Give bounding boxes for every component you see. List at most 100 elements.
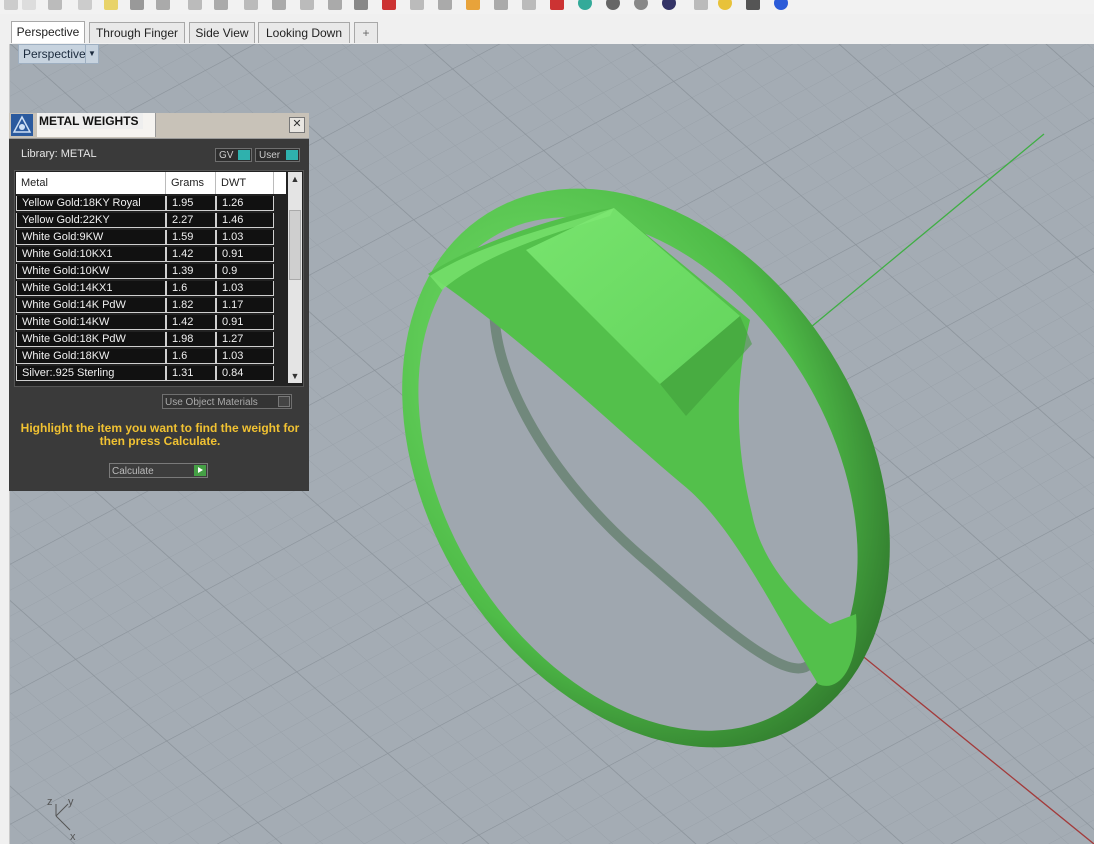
zoom-icon[interactable] <box>272 0 286 10</box>
viewport-tab-bar: Perspective Through Finger Side View Loo… <box>0 14 1094 45</box>
metal-cell: White Gold:14KW <box>16 315 166 330</box>
metal-cell: White Gold:18KW <box>16 349 166 364</box>
dwt-cell: 1.17 <box>216 298 274 313</box>
calculate-label: Calculate <box>112 466 154 477</box>
toolbar-icon[interactable] <box>694 0 708 10</box>
copy-icon[interactable] <box>78 0 92 10</box>
checkbox-knob <box>278 396 290 407</box>
table-row[interactable]: Yellow Gold:22KY 2.27 1.46 <box>16 213 286 230</box>
metal-cell: White Gold:10KW <box>16 264 166 279</box>
user-toggle[interactable]: User <box>255 148 300 162</box>
dwt-cell: 0.91 <box>216 315 274 330</box>
dwt-cell: 1.26 <box>216 196 274 211</box>
chevron-down-icon[interactable]: ▼ <box>85 44 99 64</box>
axis-gizmo: z y x <box>44 794 94 843</box>
toolbar-icon[interactable] <box>4 0 18 10</box>
help-icon[interactable] <box>774 0 788 10</box>
scroll-thumb[interactable] <box>289 210 301 280</box>
light-icon[interactable] <box>494 0 508 10</box>
grid-icon[interactable] <box>354 0 368 10</box>
toolbar-icon[interactable] <box>466 0 480 10</box>
toggle-knob <box>238 150 250 160</box>
grams-cell: 1.6 <box>166 349 216 364</box>
color-wheel-icon[interactable] <box>578 0 592 10</box>
metal-cell: Silver:.925 Sterling <box>16 366 166 381</box>
viewport-title[interactable]: Perspective <box>18 44 91 64</box>
table-scrollbar[interactable]: ▲ ▼ <box>288 172 302 383</box>
metal-cell: Yellow Gold:22KY <box>16 213 166 228</box>
panel-title: METAL WEIGHTS <box>39 113 143 129</box>
tab-looking-down[interactable]: Looking Down <box>258 22 350 43</box>
grams-cell: 1.95 <box>166 196 216 211</box>
toolbar-icon[interactable] <box>746 0 760 10</box>
instruction-text: Highlight the item you want to find the … <box>20 421 300 448</box>
column-header-grams[interactable]: Grams <box>166 172 216 194</box>
toolbar-icon[interactable] <box>522 0 536 10</box>
zoom-icon[interactable] <box>328 0 342 10</box>
dwt-cell: 1.03 <box>216 349 274 364</box>
zoom-icon[interactable] <box>300 0 314 10</box>
gear-icon[interactable] <box>718 0 732 10</box>
table-row[interactable]: Silver:.925 Sterling 1.31 0.84 <box>16 366 286 383</box>
grams-cell: 1.42 <box>166 247 216 262</box>
table-body: Yellow Gold:18KY Royal 1.95 1.26 Yellow Go… <box>16 196 286 383</box>
grams-cell: 1.39 <box>166 264 216 279</box>
gv-toggle-label: GV <box>219 150 234 161</box>
cut-icon[interactable] <box>48 0 62 10</box>
metal-cell: White Gold:14K PdW <box>16 298 166 313</box>
dwt-cell: 1.27 <box>216 332 274 347</box>
table-row[interactable]: White Gold:10KW 1.39 0.9 <box>16 264 286 281</box>
grams-cell: 1.42 <box>166 315 216 330</box>
add-viewport-tab-button[interactable]: + <box>354 22 378 43</box>
toolbar-icon[interactable] <box>156 0 170 10</box>
toolbar-icon[interactable] <box>130 0 144 10</box>
gv-toggle[interactable]: GV <box>215 148 252 162</box>
scroll-up-icon[interactable]: ▲ <box>288 172 302 186</box>
axis-label-x: x <box>70 831 76 843</box>
toolbar-icon[interactable] <box>410 0 424 10</box>
sphere-icon[interactable] <box>606 0 620 10</box>
use-object-materials-checkbox[interactable]: Use Object Materials <box>162 394 292 409</box>
table-row[interactable]: White Gold:18K PdW 1.98 1.27 <box>16 332 286 349</box>
toolbar-icon[interactable] <box>550 0 564 10</box>
metal-cell: White Gold:9KW <box>16 230 166 245</box>
metal-cell: White Gold:14KX1 <box>16 281 166 296</box>
table-row[interactable]: White Gold:9KW 1.59 1.03 <box>16 230 286 247</box>
zoom-icon[interactable] <box>214 0 228 10</box>
table-row[interactable]: Yellow Gold:18KY Royal 1.95 1.26 <box>16 196 286 213</box>
tab-side-view[interactable]: Side View <box>189 22 255 43</box>
toolbar-icon[interactable] <box>22 0 36 10</box>
dwt-cell: 1.03 <box>216 281 274 296</box>
toolbar-icon[interactable] <box>438 0 452 10</box>
scroll-down-icon[interactable]: ▼ <box>288 369 302 383</box>
close-button[interactable]: ✕ <box>289 117 305 133</box>
grams-cell: 2.27 <box>166 213 216 228</box>
dwt-cell: 1.46 <box>216 213 274 228</box>
column-header-dwt[interactable]: DWT <box>216 172 274 194</box>
toggle-knob <box>286 150 298 160</box>
sphere-icon[interactable] <box>634 0 648 10</box>
grams-cell: 1.6 <box>166 281 216 296</box>
axis-label-z: z <box>47 796 53 808</box>
metal-cell: Yellow Gold:18KY Royal <box>16 196 166 211</box>
panel-titlebar[interactable]: METAL WEIGHTS ✕ <box>9 113 309 139</box>
grams-cell: 1.59 <box>166 230 216 245</box>
table-row[interactable]: White Gold:14KW 1.42 0.91 <box>16 315 286 332</box>
table-row[interactable]: White Gold:18KW 1.6 1.03 <box>16 349 286 366</box>
toolbar-icon[interactable] <box>382 0 396 10</box>
table-row[interactable]: White Gold:10KX1 1.42 0.91 <box>16 247 286 264</box>
column-header-metal[interactable]: Metal <box>16 172 166 194</box>
grams-cell: 1.31 <box>166 366 216 381</box>
tab-through-finger[interactable]: Through Finger <box>89 22 185 43</box>
calculate-button[interactable]: Calculate <box>109 463 208 478</box>
tab-perspective[interactable]: Perspective <box>11 21 85 43</box>
metal-cell: White Gold:18K PdW <box>16 332 166 347</box>
zoom-icon[interactable] <box>244 0 258 10</box>
metal-cell: White Gold:10KX1 <box>16 247 166 262</box>
table-header: Metal Grams DWT <box>16 172 286 194</box>
paste-icon[interactable] <box>104 0 118 10</box>
table-row[interactable]: White Gold:14KX1 1.6 1.03 <box>16 281 286 298</box>
table-row[interactable]: White Gold:14K PdW 1.82 1.17 <box>16 298 286 315</box>
pan-icon[interactable] <box>188 0 202 10</box>
sphere-icon[interactable] <box>662 0 676 10</box>
